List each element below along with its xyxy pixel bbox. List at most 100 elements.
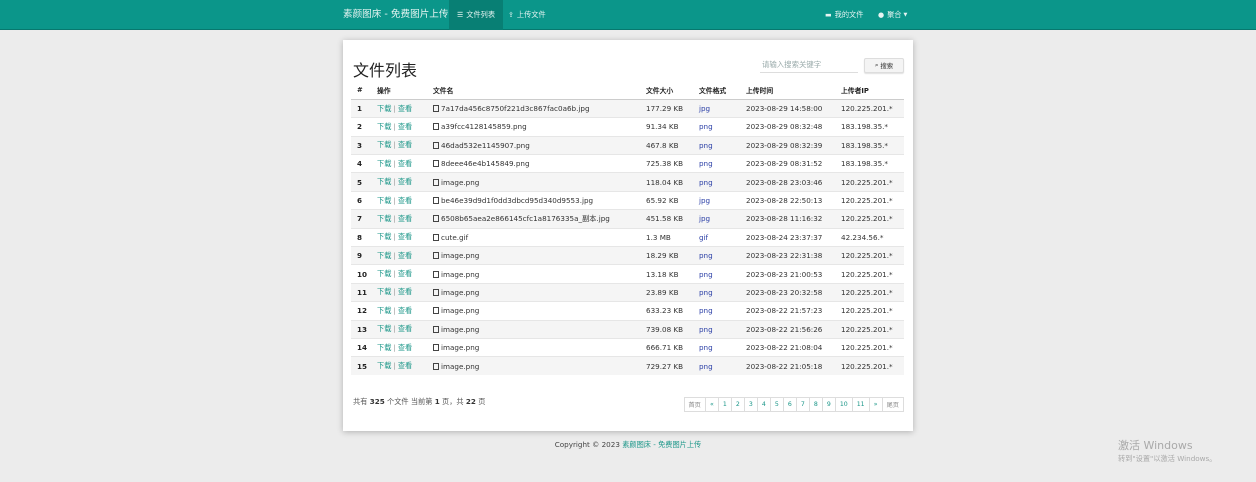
row-index: 9 bbox=[351, 246, 371, 265]
view-link[interactable]: 查看 bbox=[398, 159, 412, 168]
pagination-next[interactable]: » bbox=[868, 397, 883, 412]
row-time: 2023-08-22 21:05:18 bbox=[740, 356, 835, 376]
footer-link[interactable]: 素颜图床 - 免费图片上传 bbox=[622, 440, 701, 449]
download-link[interactable]: 下载 bbox=[377, 232, 391, 241]
view-link[interactable]: 查看 bbox=[398, 287, 412, 296]
download-link[interactable]: 下载 bbox=[377, 361, 391, 370]
pagination-last[interactable]: 尾页 bbox=[881, 397, 904, 412]
view-link[interactable]: 查看 bbox=[398, 177, 412, 186]
windows-activation-watermark: 激活 Windows 转到"设置"以激活 Windows。 bbox=[1118, 437, 1216, 464]
row-actions: 下载 | 查看 bbox=[371, 227, 427, 247]
row-size: 729.27 KB bbox=[640, 356, 693, 376]
download-link[interactable]: 下载 bbox=[377, 251, 391, 260]
download-link[interactable]: 下载 bbox=[377, 140, 391, 149]
filename-text: be46e39d9d1f0dd3dbcd95d340d9553.jpg bbox=[441, 196, 594, 206]
upload-icon: ⇪ bbox=[508, 11, 514, 19]
download-link[interactable]: 下载 bbox=[377, 306, 391, 315]
pagination-page[interactable]: 1 bbox=[717, 397, 732, 412]
action-separator: | bbox=[393, 140, 396, 150]
brand-link[interactable]: 素颜图床 - 免费图片上传 bbox=[343, 0, 449, 30]
row-index: 1 bbox=[351, 98, 371, 118]
view-link[interactable]: 查看 bbox=[398, 140, 412, 149]
row-filename: image.png bbox=[427, 337, 640, 357]
pagination-page[interactable]: 11 bbox=[851, 397, 870, 412]
pagination-page[interactable]: 10 bbox=[834, 397, 853, 412]
list-icon: ☰ bbox=[457, 11, 464, 19]
row-ip: 120.225.201.* bbox=[835, 190, 904, 210]
pagination-page[interactable]: 2 bbox=[730, 397, 745, 412]
table-row: 14 下载 | 查看 image.png 666.71 KB png 2023-08-22 2… bbox=[351, 337, 904, 357]
row-filename: 8deee46e4b145849.png bbox=[427, 154, 640, 173]
view-link[interactable]: 查看 bbox=[398, 232, 412, 241]
row-time: 2023-08-22 21:08:04 bbox=[740, 337, 835, 357]
view-link[interactable]: 查看 bbox=[398, 269, 412, 278]
row-ip: 120.225.201.* bbox=[835, 98, 904, 118]
download-link[interactable]: 下载 bbox=[377, 324, 391, 333]
filename-text: image.png bbox=[441, 306, 480, 316]
view-link[interactable]: 查看 bbox=[398, 251, 412, 260]
table-row: 15 下载 | 查看 image.png 729.27 KB png 2023-08-22 2… bbox=[351, 356, 904, 376]
pagination-page[interactable]: 3 bbox=[743, 397, 758, 412]
row-format: png bbox=[693, 264, 740, 284]
search-button[interactable]: ⌕ 搜索 bbox=[864, 58, 904, 73]
col-header-size: 文件大小 bbox=[640, 81, 693, 100]
pagination-page[interactable]: 5 bbox=[769, 397, 784, 412]
download-link[interactable]: 下载 bbox=[377, 269, 391, 278]
pagination-first[interactable]: 首页 bbox=[683, 397, 706, 412]
row-format: png bbox=[693, 356, 740, 376]
pagination-page[interactable]: 9 bbox=[821, 397, 836, 412]
pagination-page[interactable]: 8 bbox=[808, 397, 823, 412]
page-title: 文件列表 bbox=[353, 61, 418, 80]
nav-user-menu[interactable]: ● 聚合 ▼ bbox=[870, 0, 915, 30]
download-link[interactable]: 下载 bbox=[377, 159, 391, 168]
row-format: jpg bbox=[693, 98, 740, 118]
table-row: 8 下载 | 查看 cute.gif 1.3 MB gif 2023-08-24 23:37:… bbox=[351, 227, 904, 247]
filename-text: 7a17da456c8750f221d3c867fac0a6b.jpg bbox=[441, 104, 590, 114]
download-link[interactable]: 下载 bbox=[377, 122, 391, 131]
download-link[interactable]: 下载 bbox=[377, 177, 391, 186]
col-header-format: 文件格式 bbox=[693, 81, 740, 100]
file-image-icon bbox=[433, 197, 439, 205]
row-actions: 下载 | 查看 bbox=[371, 117, 427, 137]
download-link[interactable]: 下载 bbox=[377, 104, 391, 113]
filename-text: image.png bbox=[441, 324, 480, 334]
pagination-summary: 共有 325 个文件 当前第 1 页，共 22 页 bbox=[353, 397, 485, 407]
nav-file-list[interactable]: ☰ 文件列表 bbox=[449, 0, 504, 30]
search-icon: ⌕ bbox=[874, 61, 879, 69]
view-link[interactable]: 查看 bbox=[398, 104, 412, 113]
pagination-prev[interactable]: « bbox=[704, 397, 719, 412]
table-row: 10 下载 | 查看 image.png 13.18 KB png 2023-08-23 21… bbox=[351, 264, 904, 284]
view-link[interactable]: 查看 bbox=[398, 324, 412, 333]
row-filename: image.png bbox=[427, 319, 640, 339]
download-link[interactable]: 下载 bbox=[377, 287, 391, 296]
filename-text: 8deee46e4b145849.png bbox=[441, 159, 530, 169]
view-link[interactable]: 查看 bbox=[398, 122, 412, 131]
action-separator: | bbox=[393, 287, 396, 297]
row-index: 4 bbox=[351, 154, 371, 173]
row-index: 2 bbox=[351, 117, 371, 137]
row-ip: 120.225.201.* bbox=[835, 209, 904, 229]
nav-my-files[interactable]: ▬ 我的文件 bbox=[817, 0, 871, 30]
view-link[interactable]: 查看 bbox=[398, 196, 412, 205]
download-link[interactable]: 下载 bbox=[377, 214, 391, 223]
pagination-page[interactable]: 6 bbox=[782, 397, 797, 412]
view-link[interactable]: 查看 bbox=[398, 214, 412, 223]
nav-upload[interactable]: ⇪ 上传文件 bbox=[500, 0, 554, 30]
download-link[interactable]: 下载 bbox=[377, 196, 391, 205]
view-link[interactable]: 查看 bbox=[398, 306, 412, 315]
download-link[interactable]: 下载 bbox=[377, 343, 391, 352]
caret-down-icon: ▼ bbox=[903, 12, 908, 18]
row-time: 2023-08-28 11:16:32 bbox=[740, 209, 835, 229]
pagination-page[interactable]: 7 bbox=[795, 397, 810, 412]
row-filename: a39fcc4128145859.png bbox=[427, 117, 640, 137]
view-link[interactable]: 查看 bbox=[398, 343, 412, 352]
search-input[interactable] bbox=[760, 57, 858, 73]
file-image-icon bbox=[433, 325, 439, 333]
pagination-page[interactable]: 4 bbox=[756, 397, 771, 412]
watermark-line1: 激活 Windows bbox=[1118, 439, 1193, 452]
filename-text: image.png bbox=[441, 343, 480, 353]
row-size: 65.92 KB bbox=[640, 190, 693, 210]
row-index: 15 bbox=[351, 356, 371, 376]
summary-total: 325 bbox=[369, 397, 385, 406]
view-link[interactable]: 查看 bbox=[398, 361, 412, 370]
